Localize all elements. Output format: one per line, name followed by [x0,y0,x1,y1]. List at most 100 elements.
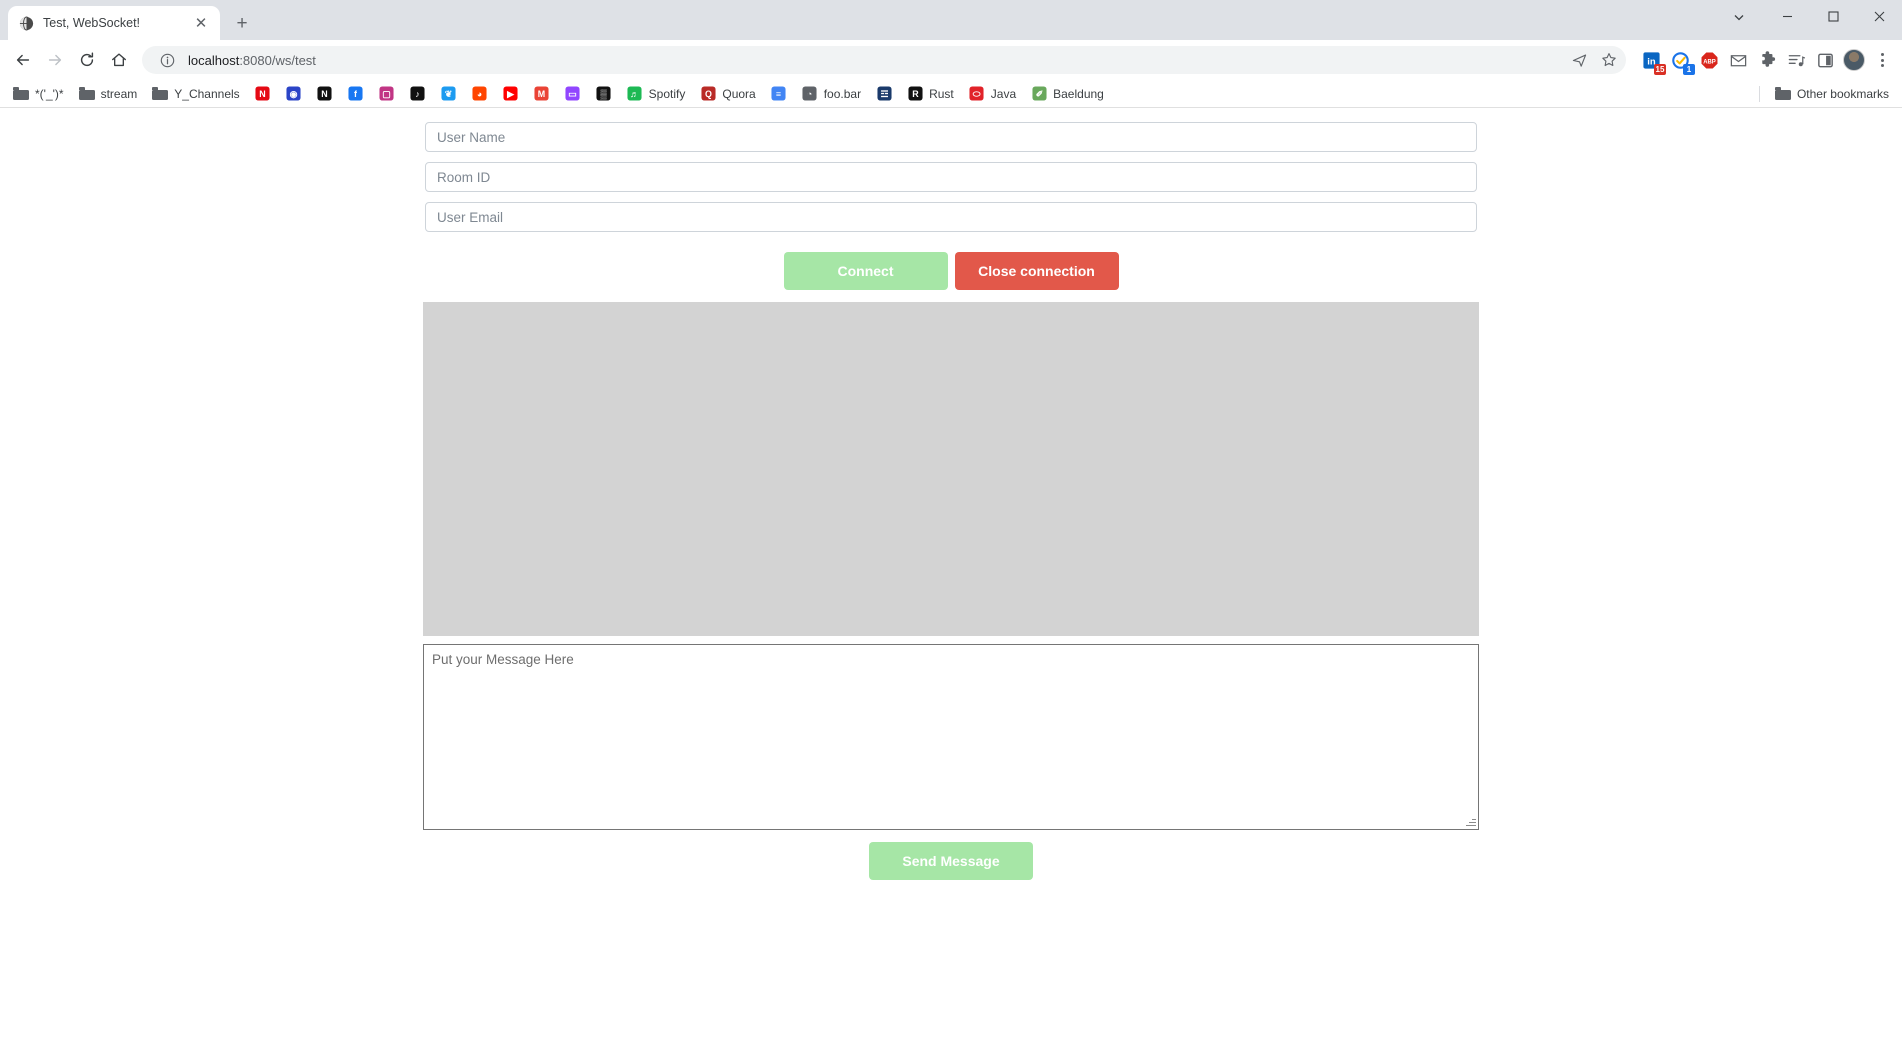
page-viewport: User Name Room ID User Email Connect Clo… [0,108,1902,1049]
other-bookmarks-button[interactable]: Other bookmarks [1768,83,1896,105]
bookmark-star-icon[interactable] [1596,47,1622,73]
svg-text:♪: ♪ [415,89,419,99]
share-icon[interactable] [1566,47,1592,73]
svg-text:◉: ◉ [290,89,298,99]
svg-text:▢: ▢ [382,89,390,99]
close-window-button[interactable] [1856,0,1902,32]
tab-strip: Test, WebSocket! ✕ + [0,0,1902,40]
folder-icon [78,86,95,102]
adblock-plus-extension-icon[interactable]: ABP [1696,47,1722,73]
connection-form: User Name Room ID User Email [425,122,1477,242]
extensions-puzzle-icon[interactable] [1754,47,1780,73]
extensions-area: in 15 1 ABP [1634,47,1838,75]
globe-icon [18,15,34,31]
message-log-area [423,302,1479,636]
bookmark-item[interactable]: f [341,83,371,105]
twitch-icon: ▭ [565,86,581,102]
folder-icon [152,86,169,102]
forward-button[interactable] [40,45,70,75]
chrome-menu-button[interactable] [1870,53,1894,67]
twitter-icon: ❦ [441,86,457,102]
bookmarks-divider [1758,85,1760,102]
svg-text:☲: ☲ [880,89,888,99]
home-button[interactable] [104,45,134,75]
user-name-input[interactable]: User Name [425,122,1477,152]
chevron-down-icon[interactable] [1726,4,1752,30]
svg-text:◕: ◕ [477,89,482,99]
user-email-placeholder: User Email [437,209,504,225]
folder-icon [13,86,29,102]
svg-text:≡: ≡ [776,89,781,99]
bookmark-item[interactable]: Q Quora [693,83,762,105]
facebook-icon: f [348,86,364,102]
close-icon[interactable]: ✕ [192,14,210,32]
svg-text:R: R [912,89,919,99]
bookmark-item[interactable]: ≡ [764,83,794,105]
room-id-placeholder: Room ID [437,169,491,185]
bookmark-label: stream [100,86,138,101]
browser-tab[interactable]: Test, WebSocket! ✕ [8,6,220,40]
profile-avatar[interactable] [1843,49,1865,71]
bookmark-label: Java [990,86,1017,101]
minimize-button[interactable] [1764,0,1810,32]
websocket-test-page: User Name Room ID User Email Connect Clo… [0,108,1902,880]
bookmark-item[interactable]: ☲ [869,83,899,105]
url-path: :8080/ws/test [239,52,316,68]
address-bar[interactable]: localhost:8080/ws/test [142,46,1626,74]
youtube-icon: ▶ [503,86,519,102]
user-email-input[interactable]: User Email [425,202,1477,232]
reload-button[interactable] [72,45,102,75]
media-playlist-icon[interactable] [1783,47,1809,73]
bookmark-item[interactable]: ❦ [434,83,464,105]
bookmark-item[interactable]: ◉ [279,83,309,105]
bookmark-item[interactable]: stream [72,83,145,105]
svg-text:⬭: ⬭ [973,89,981,99]
mail-extension-icon[interactable] [1725,47,1751,73]
grammarly-badge: 1 [1683,64,1695,75]
sidepanel-icon[interactable] [1812,47,1838,73]
connect-button[interactable]: Connect [783,252,948,290]
close-connection-button[interactable]: Close connection [954,252,1119,290]
bookmark-item[interactable]: ♪ [403,83,433,105]
svg-text:♬: ♬ [630,89,639,99]
address-bar-url: localhost:8080/ws/test [188,53,1558,68]
bookmark-item[interactable]: ▶ [496,83,526,105]
bookmark-item[interactable]: ▢ [372,83,402,105]
svg-text:Q: Q [705,89,712,99]
google-docs-icon: ≡ [771,86,787,102]
send-message-button[interactable]: Send Message [869,842,1033,880]
room-id-input[interactable]: Room ID [425,162,1477,192]
message-input-placeholder: Put your Message Here [432,652,574,667]
baeldung-icon: ✐ [1031,86,1047,102]
bookmark-item[interactable]: *('_')* [6,83,71,105]
connection-buttons: Connect Close connection [783,252,1119,290]
svg-text:ABP: ABP [1703,59,1716,65]
maximize-button[interactable] [1810,0,1856,32]
new-tab-button[interactable]: + [228,9,256,37]
bookmark-item[interactable]: ⬭ Java [962,83,1023,105]
bookmark-item[interactable]: R Rust [900,83,961,105]
bookmark-item[interactable]: ◕ [465,83,495,105]
bookmark-item[interactable]: ◔ foo.bar [795,83,868,105]
bookmark-item[interactable]: ✐ Baeldung [1024,83,1111,105]
java-icon: ⬭ [969,86,985,102]
bookmark-item[interactable]: N [310,83,340,105]
target-icon: ◉ [286,86,302,102]
reddit-icon: ◕ [472,86,488,102]
bookmark-item[interactable]: ▒ [589,83,619,105]
grammarly-extension-icon[interactable]: 1 [1667,47,1695,75]
bookmark-item[interactable]: M [527,83,557,105]
bookmark-item[interactable]: N [248,83,278,105]
other-bookmarks-label: Other bookmarks [1796,86,1889,101]
message-input-textarea[interactable]: Put your Message Here [423,644,1479,830]
bookmark-item[interactable]: ♬ Spotify [620,83,693,105]
linkedin-extension-icon[interactable]: in 15 [1638,47,1666,75]
bookmark-item[interactable]: Y_Channels [145,83,246,105]
send-message-row: Send Message [869,842,1033,880]
url-host: localhost [188,52,240,68]
bookmark-label: Quora [722,86,756,101]
textarea-resize-handle[interactable] [1465,816,1477,828]
bookmark-item[interactable]: ▭ [558,83,588,105]
info-circle-icon[interactable] [154,47,180,73]
back-button[interactable] [8,45,38,75]
